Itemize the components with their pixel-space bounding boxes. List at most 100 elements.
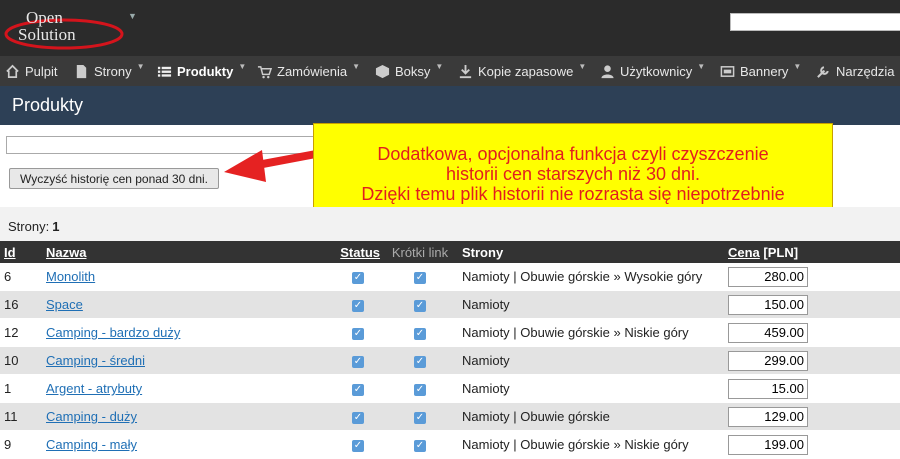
page-title: Produkty <box>12 95 84 115</box>
menu-item-label: Narzędzia <box>836 63 895 79</box>
shortlink-checkbox[interactable]: ✓ <box>414 411 426 424</box>
product-name-link[interactable]: Camping - mały <box>46 437 137 452</box>
menu-item-label: Zamówienia <box>277 63 348 79</box>
table-row: 11 Camping - duży ✓ ✓ Namioty | Obuwie górsk… <box>0 402 900 431</box>
price-input[interactable] <box>728 294 808 315</box>
price-cell <box>724 346 900 375</box>
page-header: Produkty <box>0 86 900 125</box>
status-checkbox[interactable]: ✓ <box>352 355 364 368</box>
menu-item-zamowienia[interactable]: Zamówienia ▼ <box>257 56 360 86</box>
shortlink-checkbox[interactable]: ✓ <box>414 355 426 368</box>
box-icon <box>375 64 390 78</box>
caret-down-icon: ▼ <box>793 61 802 71</box>
product-name-cell: Camping - bardzo duży <box>42 318 292 347</box>
document-icon <box>76 64 87 78</box>
price-input[interactable] <box>728 350 808 371</box>
logo-text-solution: Solution <box>18 25 76 44</box>
price-input[interactable] <box>728 266 808 287</box>
caret-down-icon: ▼ <box>435 61 444 71</box>
shortlink-checkbox[interactable]: ✓ <box>414 439 426 452</box>
price-input[interactable] <box>728 322 808 343</box>
pagination-bar: Strony: 1 <box>0 207 900 241</box>
menu-item-label: Strony <box>94 63 132 79</box>
product-id: 9 <box>0 430 42 459</box>
menu-item-label: Użytkownicy <box>620 63 693 79</box>
product-name-link[interactable]: Camping - bardzo duży <box>46 325 180 340</box>
menu-item-uzytkownicy[interactable]: Użytkownicy ▼ <box>600 56 705 86</box>
table-row: 12 Camping - bardzo duży ✓ ✓ Namioty | Obuwi… <box>0 318 900 347</box>
product-name-link[interactable]: Monolith <box>46 269 95 284</box>
price-input[interactable] <box>728 406 808 427</box>
menu-item-label: Kopie zapasowe <box>478 63 574 79</box>
price-input[interactable] <box>728 378 808 399</box>
table-row: 16 Space ✓ ✓ Namioty <box>0 290 900 319</box>
menu-item-strony[interactable]: Strony ▼ <box>74 56 145 86</box>
price-cell <box>724 318 900 347</box>
shortlink-cell: ✓ <box>382 346 458 375</box>
open-solution-logo[interactable]: Open Solution <box>4 3 128 51</box>
product-pages: Namioty | Obuwie górskie » Niskie góry <box>458 430 724 459</box>
products-table: Id Nazwa Status Krótki link Strony Cena … <box>0 241 900 459</box>
column-header-name[interactable]: Nazwa <box>42 241 292 263</box>
column-header-status[interactable]: Status <box>292 241 382 263</box>
product-name-link[interactable]: Camping - duży <box>46 409 137 424</box>
shortlink-cell: ✓ <box>382 402 458 431</box>
product-name-link[interactable]: Argent - atrybuty <box>46 381 142 396</box>
shortlink-cell: ✓ <box>382 318 458 347</box>
status-checkbox[interactable]: ✓ <box>352 271 364 284</box>
column-header-pages: Strony <box>458 241 724 263</box>
logo-dropdown-caret-icon[interactable]: ▼ <box>128 11 137 21</box>
pagination-label: Strony: <box>8 219 50 234</box>
menu-item-label: Pulpit <box>25 63 58 79</box>
pagination: Strony: 1 <box>8 219 59 234</box>
cart-icon <box>257 65 272 78</box>
status-checkbox[interactable]: ✓ <box>352 411 364 424</box>
price-cell <box>724 430 900 459</box>
menu-item-kopie-zapasowe[interactable]: Kopie zapasowe ▼ <box>458 56 586 86</box>
shortlink-checkbox[interactable]: ✓ <box>414 383 426 396</box>
status-cell: ✓ <box>292 263 382 291</box>
menu-item-boksy[interactable]: Boksy ▼ <box>375 56 443 86</box>
product-id: 1 <box>0 374 42 403</box>
status-cell: ✓ <box>292 290 382 319</box>
shortlink-cell: ✓ <box>382 263 458 291</box>
product-id: 12 <box>0 318 42 347</box>
main-menu: Pulpit Strony ▼ Produkty ▼ Zamówienia ▼ Bok… <box>0 56 900 86</box>
column-header-shortlink: Krótki link <box>382 241 458 263</box>
product-name-cell: Camping - średni <box>42 346 292 375</box>
menu-item-bannery[interactable]: Bannery ▼ <box>720 56 801 86</box>
status-checkbox[interactable]: ✓ <box>352 439 364 452</box>
status-checkbox[interactable]: ✓ <box>352 383 364 396</box>
column-header-id[interactable]: Id <box>0 241 42 263</box>
home-icon <box>6 64 19 78</box>
status-checkbox[interactable]: ✓ <box>352 327 364 340</box>
price-cell <box>724 290 900 319</box>
shortlink-checkbox[interactable]: ✓ <box>414 271 426 284</box>
table-row: 1 Argent - atrybuty ✓ ✓ Namioty <box>0 374 900 403</box>
search-input[interactable] <box>730 13 900 31</box>
menu-item-label: Boksy <box>395 63 431 79</box>
product-name-cell: Camping - duży <box>42 402 292 431</box>
product-name-link[interactable]: Camping - średni <box>46 353 145 368</box>
clear-price-history-button[interactable]: Wyczyść historię cen ponad 30 dni. <box>9 168 219 189</box>
annotation-arrow-icon <box>224 150 318 182</box>
column-header-price-link[interactable]: Cena <box>728 245 760 260</box>
status-checkbox[interactable]: ✓ <box>352 299 364 312</box>
table-row: 9 Camping - mały ✓ ✓ Namioty | Obuwie górski… <box>0 430 900 459</box>
product-name-cell: Camping - mały <box>42 430 292 459</box>
shortlink-checkbox[interactable]: ✓ <box>414 327 426 340</box>
user-icon <box>601 64 614 78</box>
price-cell <box>724 263 900 291</box>
list-icon <box>157 66 172 77</box>
shortlink-checkbox[interactable]: ✓ <box>414 299 426 312</box>
pagination-current-page[interactable]: 1 <box>52 219 59 234</box>
menu-item-narzedzia[interactable]: Narzędzia <box>816 56 895 86</box>
product-name-link[interactable]: Space <box>46 297 83 312</box>
caret-down-icon: ▼ <box>136 61 145 71</box>
price-input[interactable] <box>728 434 808 455</box>
column-header-price: Cena [PLN] <box>724 241 900 263</box>
caret-down-icon: ▼ <box>578 61 587 71</box>
product-pages: Namioty | Obuwie górskie <box>458 402 724 431</box>
menu-item-pulpit[interactable]: Pulpit <box>5 56 58 86</box>
menu-item-produkty[interactable]: Produkty ▼ <box>157 56 246 86</box>
